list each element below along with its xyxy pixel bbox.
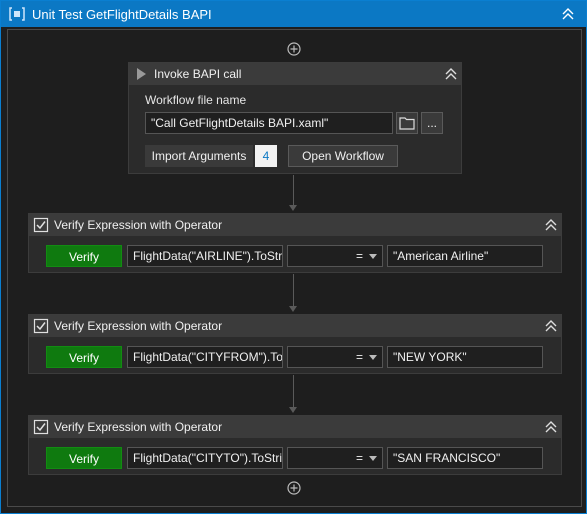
workflow-file-input[interactable]: "Call GetFlightDetails BAPI.xaml" xyxy=(145,112,393,134)
browse-folder-button[interactable] xyxy=(396,112,418,134)
expression-input[interactable]: FlightData("CITYFROM").To xyxy=(127,346,283,368)
double-chevron-up-icon[interactable] xyxy=(560,6,576,22)
invoke-activity[interactable]: Invoke BAPI call Workflow file name "Cal… xyxy=(128,62,462,174)
verify-title: Verify Expression with Operator xyxy=(54,218,223,232)
checkbox-checked-icon xyxy=(33,318,49,334)
chevron-down-icon xyxy=(369,456,377,461)
chevron-down-icon xyxy=(369,355,377,360)
expression-input[interactable]: FlightData("AIRLINE").ToStr xyxy=(127,245,283,267)
verify-title: Verify Expression with Operator xyxy=(54,319,223,333)
operator-select[interactable]: = xyxy=(287,245,383,267)
connector-line xyxy=(293,175,294,205)
folder-icon xyxy=(399,117,415,130)
checkbox-checked-icon xyxy=(33,217,49,233)
sequence-title: Unit Test GetFlightDetails BAPI xyxy=(32,7,212,22)
import-arguments-button[interactable]: Import Arguments xyxy=(145,145,253,167)
verify-button[interactable]: Verify xyxy=(46,447,122,469)
invoke-title: Invoke BAPI call xyxy=(154,67,242,81)
connector-line xyxy=(293,375,294,407)
connector-arrow xyxy=(289,306,297,312)
verify-activity-2[interactable]: Verify Expression with Operator Verify F… xyxy=(28,314,562,374)
double-chevron-up-icon[interactable] xyxy=(443,66,459,82)
plus-circle-icon[interactable] xyxy=(287,42,301,56)
expected-value-input[interactable]: "SAN FRANCISCO" xyxy=(387,447,543,469)
operator-value: = xyxy=(356,249,364,263)
verify-header[interactable]: Verify Expression with Operator xyxy=(29,315,561,337)
verify-header[interactable]: Verify Expression with Operator xyxy=(29,214,561,236)
sequence-titlebar[interactable]: Unit Test GetFlightDetails BAPI xyxy=(1,1,586,27)
workflow-file-label: Workflow file name xyxy=(145,93,247,107)
operator-value: = xyxy=(356,451,364,465)
sequence-icon xyxy=(9,7,25,21)
chevron-down-icon xyxy=(369,254,377,259)
verify-activity-1[interactable]: Verify Expression with Operator Verify F… xyxy=(28,213,562,273)
invoke-header[interactable]: Invoke BAPI call xyxy=(129,63,461,85)
verify-activity-3[interactable]: Verify Expression with Operator Verify F… xyxy=(28,415,562,475)
double-chevron-up-icon[interactable] xyxy=(543,217,559,233)
plus-circle-icon[interactable] xyxy=(287,481,301,495)
checkbox-checked-icon xyxy=(33,419,49,435)
verify-header[interactable]: Verify Expression with Operator xyxy=(29,416,561,438)
play-icon xyxy=(137,68,146,80)
expression-input[interactable]: FlightData("CITYTO").ToStri xyxy=(127,447,283,469)
more-options-button[interactable]: ... xyxy=(421,112,443,134)
connector-arrow xyxy=(289,205,297,211)
verify-button[interactable]: Verify xyxy=(46,245,122,267)
connector-arrow xyxy=(289,407,297,413)
double-chevron-up-icon[interactable] xyxy=(543,318,559,334)
open-workflow-button[interactable]: Open Workflow xyxy=(288,145,398,167)
double-chevron-up-icon[interactable] xyxy=(543,419,559,435)
expected-value-input[interactable]: "NEW YORK" xyxy=(387,346,543,368)
import-arguments-count: 4 xyxy=(255,145,277,167)
verify-button[interactable]: Verify xyxy=(46,346,122,368)
sequence-container: Unit Test GetFlightDetails BAPI Invoke B… xyxy=(0,0,587,514)
verify-title: Verify Expression with Operator xyxy=(54,420,223,434)
operator-value: = xyxy=(356,350,364,364)
expected-value-input[interactable]: "American Airline" xyxy=(387,245,543,267)
operator-select[interactable]: = xyxy=(287,346,383,368)
operator-select[interactable]: = xyxy=(287,447,383,469)
connector-line xyxy=(293,274,294,306)
